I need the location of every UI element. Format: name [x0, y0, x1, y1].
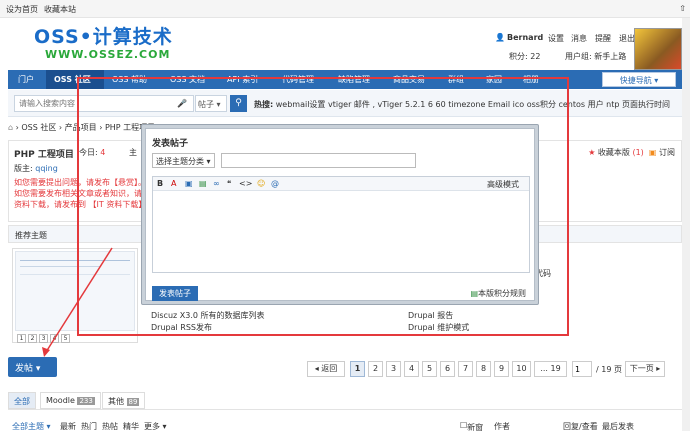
annotation-arrow [42, 247, 113, 357]
